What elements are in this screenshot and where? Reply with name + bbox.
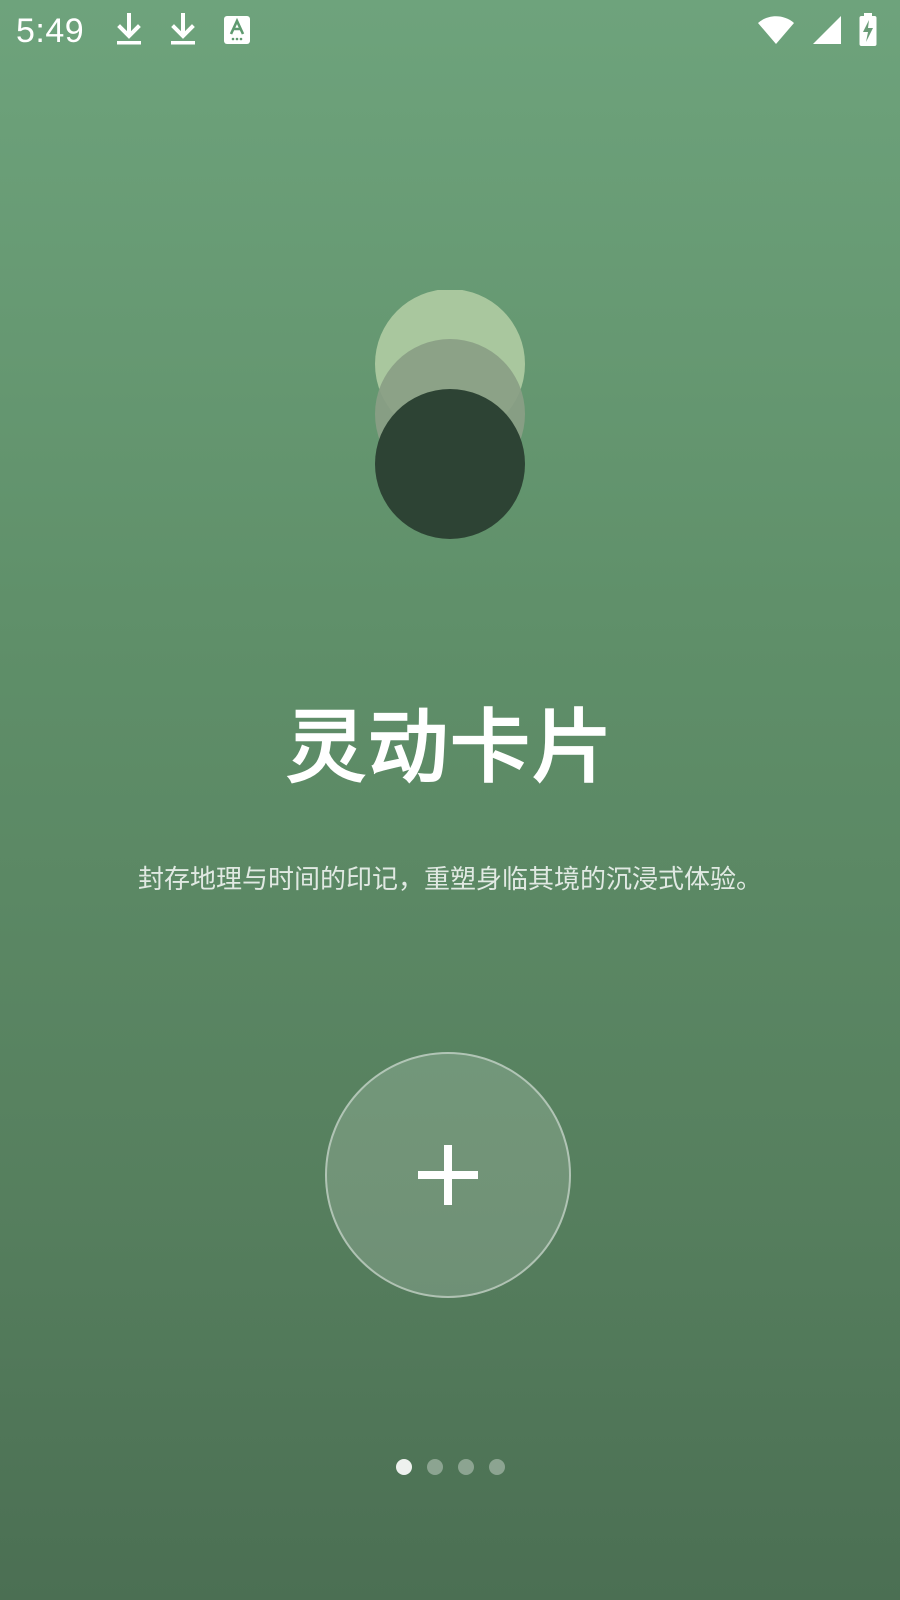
download-icon <box>112 12 146 48</box>
hero-illustration <box>360 290 540 550</box>
text-input-icon <box>220 12 254 48</box>
page-dot-4[interactable] <box>488 1459 505 1475</box>
stacked-circles-icon <box>375 290 525 539</box>
download-icon <box>166 12 200 48</box>
add-button[interactable] <box>325 1052 571 1298</box>
plus-icon <box>418 1145 478 1205</box>
signal-icon <box>810 12 844 48</box>
page-dot-3[interactable] <box>457 1459 474 1475</box>
page-dot-1[interactable] <box>395 1459 412 1475</box>
battery-charging-icon <box>858 12 878 48</box>
page-title: 灵动卡片 <box>286 701 614 794</box>
status-bar: 5:49 <box>0 0 900 64</box>
page-indicator <box>0 1459 900 1475</box>
wifi-icon <box>756 12 796 48</box>
page-dot-2[interactable] <box>426 1459 443 1475</box>
page-subtitle: 封存地理与时间的印记，重塑身临其境的沉浸式体验。 <box>137 865 762 895</box>
status-time: 5:49 <box>16 12 85 50</box>
